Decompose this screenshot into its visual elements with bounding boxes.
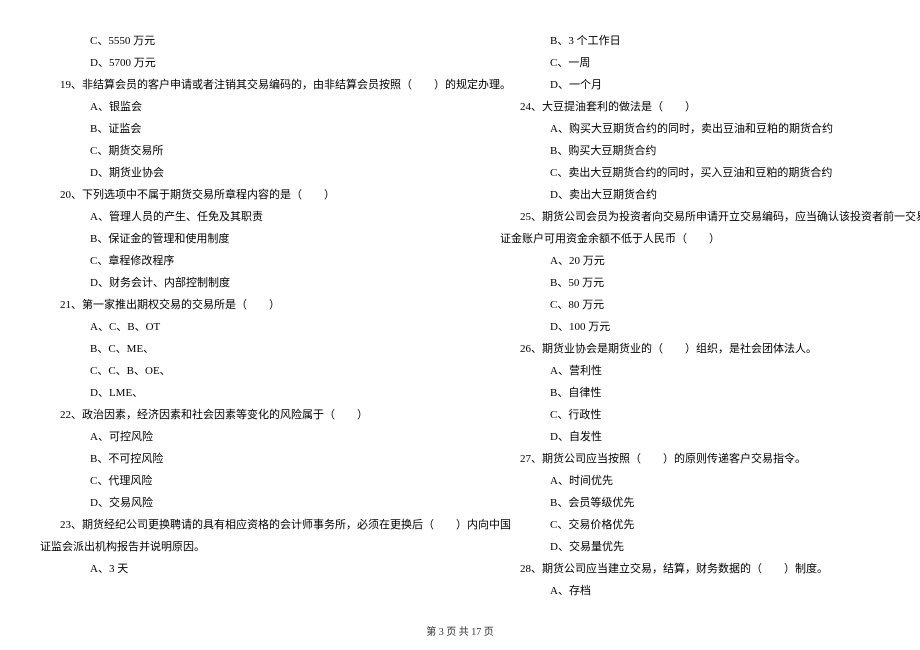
text-line: 26、期货业协会是期货业的（ ）组织，是社会团体法人。 [490,338,890,360]
text-line: A、可控风险 [30,426,430,448]
text-line: B、保证金的管理和使用制度 [30,228,430,250]
text-line: D、自发性 [490,426,890,448]
text-line: C、卖出大豆期货合约的同时，买入豆油和豆粕的期货合约 [490,162,890,184]
right-column: B、3 个工作日C、一周D、一个月24、大豆提油套利的做法是（ ）A、购买大豆期… [460,30,920,600]
text-line: B、3 个工作日 [490,30,890,52]
text-line: C、80 万元 [490,294,890,316]
text-line: C、行政性 [490,404,890,426]
left-column: C、5550 万元D、5700 万元19、非结算会员的客户申请或者注销其交易编码… [0,30,460,600]
text-line: C、交易价格优先 [490,514,890,536]
text-line: A、20 万元 [490,250,890,272]
text-line: B、证监会 [30,118,430,140]
text-line: A、3 天 [30,558,430,580]
text-line: A、营利性 [490,360,890,382]
text-line: D、LME、 [30,382,430,404]
text-line: 27、期货公司应当按照（ ）的原则传递客户交易指令。 [490,448,890,470]
text-line: A、时间优先 [490,470,890,492]
text-line: 20、下列选项中不属于期货交易所章程内容的是（ ） [30,184,430,206]
text-line: 25、期货公司会员为投资者向交易所申请开立交易编码，应当确认该投资者前一交易日日… [490,206,890,228]
text-line: 19、非结算会员的客户申请或者注销其交易编码的，由非结算会员按照（ ）的规定办理… [30,74,430,96]
text-line: A、C、B、OT [30,316,430,338]
text-line: A、银监会 [30,96,430,118]
text-line: 23、期货经纪公司更换聘请的具有相应资格的会计师事务所，必须在更换后（ ）内向中… [30,514,430,536]
text-line: 22、政治因素，经济因素和社会因素等变化的风险属于（ ） [30,404,430,426]
text-line: D、财务会计、内部控制制度 [30,272,430,294]
page-content: C、5550 万元D、5700 万元19、非结算会员的客户申请或者注销其交易编码… [0,0,920,600]
text-line: B、50 万元 [490,272,890,294]
page-footer: 第 3 页 共 17 页 [0,623,920,638]
text-line: A、购买大豆期货合约的同时，卖出豆油和豆粕的期货合约 [490,118,890,140]
text-line: 21、第一家推出期权交易的交易所是（ ） [30,294,430,316]
text-line: C、章程修改程序 [30,250,430,272]
text-line: B、不可控风险 [30,448,430,470]
text-line: D、5700 万元 [30,52,430,74]
text-line: D、一个月 [490,74,890,96]
text-line: D、期货业协会 [30,162,430,184]
text-line: C、5550 万元 [30,30,430,52]
text-line: 28、期货公司应当建立交易，结算，财务数据的（ ）制度。 [490,558,890,580]
text-line: D、100 万元 [490,316,890,338]
text-line: C、期货交易所 [30,140,430,162]
text-line: C、一周 [490,52,890,74]
text-line: D、交易风险 [30,492,430,514]
text-line: B、购买大豆期货合约 [490,140,890,162]
text-line: B、会员等级优先 [490,492,890,514]
text-line: A、存档 [490,580,890,602]
text-line: B、C、ME、 [30,338,430,360]
text-line: 24、大豆提油套利的做法是（ ） [490,96,890,118]
text-line: C、代理风险 [30,470,430,492]
text-line: D、交易量优先 [490,536,890,558]
text-line: 证监会派出机构报告并说明原因。 [30,536,430,558]
text-line: C、C、B、OE、 [30,360,430,382]
text-line: 证金账户可用资金余额不低于人民币（ ） [490,228,890,250]
text-line: B、自律性 [490,382,890,404]
text-line: A、管理人员的产生、任免及其职责 [30,206,430,228]
text-line: D、卖出大豆期货合约 [490,184,890,206]
